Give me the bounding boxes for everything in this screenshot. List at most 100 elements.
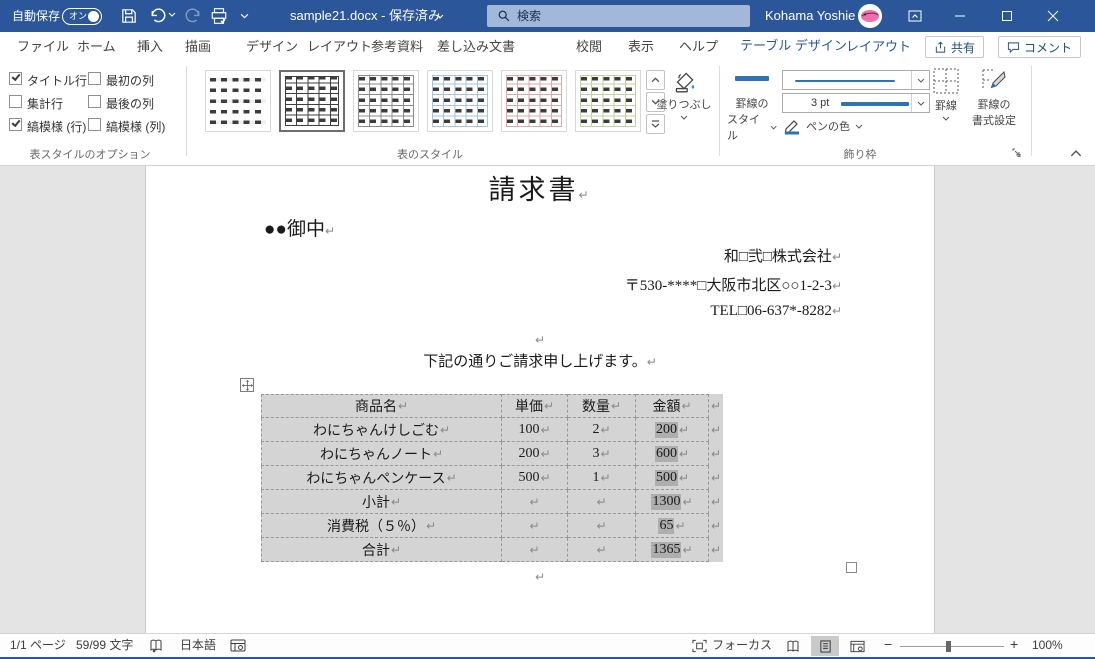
table-cell[interactable]: 1 ↵ <box>568 466 636 490</box>
table-cell[interactable]: ↵ <box>568 514 636 538</box>
comments-button[interactable]: コメント <box>998 36 1082 58</box>
checkbox-total-row[interactable] <box>9 95 22 108</box>
table-cell[interactable]: 2 ↵ <box>568 418 636 442</box>
borders-dialog-launcher-icon[interactable] <box>1012 148 1022 158</box>
zoom-in-button[interactable]: + <box>1010 633 1018 656</box>
pen-icon <box>783 117 801 135</box>
borders-button[interactable]: 罫線 <box>928 68 964 121</box>
zoom-slider-track[interactable] <box>900 646 1004 647</box>
table-cell[interactable]: ↵ <box>502 514 568 538</box>
table-cell[interactable]: ↵ <box>568 490 636 514</box>
table-header-cell[interactable]: 商品名 ↵ <box>261 394 502 418</box>
document-title[interactable]: sample21.docx - 保存済み <box>290 0 441 32</box>
checkbox-last-column[interactable] <box>88 95 101 108</box>
checkbox-banded-rows[interactable] <box>9 118 22 131</box>
border-styles-button[interactable]: 罫線の スタイル <box>727 68 777 143</box>
table-cell[interactable]: 消費税（５％） ↵ <box>261 514 502 538</box>
shading-button[interactable]: 塗りつぶし <box>656 68 712 120</box>
table-style-thumbnail-plain[interactable] <box>205 70 271 132</box>
language-indicator[interactable]: 日本語 <box>180 634 216 657</box>
tab-view[interactable]: 表示 <box>625 32 657 62</box>
table-cell[interactable]: 500 ↵ <box>502 466 568 490</box>
table-cell[interactable]: ↵ <box>502 490 568 514</box>
close-button[interactable] <box>1036 0 1070 32</box>
pen-color-button[interactable]: ペンの色 <box>783 117 863 135</box>
undo-icon[interactable] <box>149 7 167 25</box>
table-cell-amount[interactable]: 200 ↵ <box>636 418 709 442</box>
document-page[interactable]: 請求書↵ ●●御中↵ 和□弐□株式会社↵ 〒530-****□大阪市北区○○1-… <box>145 166 935 633</box>
qat-customize-icon[interactable] <box>240 13 258 31</box>
line-weight-chevron-icon[interactable] <box>911 94 929 112</box>
minimize-button[interactable] <box>943 0 977 32</box>
tab-table-design[interactable]: テーブル デザイン <box>737 32 850 65</box>
table-style-thumbnail-red[interactable] <box>501 70 567 132</box>
maximize-button[interactable] <box>990 0 1024 32</box>
share-button[interactable]: 共有 <box>925 36 985 58</box>
word-count[interactable]: 59/99 文字 <box>76 634 133 657</box>
collapse-ribbon-icon[interactable] <box>1070 150 1082 157</box>
table-cell[interactable]: 200 ↵ <box>502 442 568 466</box>
table-cell[interactable]: 小計 ↵ <box>261 490 502 514</box>
table-style-thumbnail-green[interactable] <box>575 70 641 132</box>
table-move-handle[interactable] <box>240 378 254 392</box>
table-header-cell[interactable]: 数量 ↵ <box>568 394 636 418</box>
print-layout-view-icon[interactable] <box>811 636 839 656</box>
table-header-cell[interactable]: 金額 ↵ <box>636 394 709 418</box>
save-icon[interactable] <box>120 7 138 25</box>
tab-layout[interactable]: レイアウト <box>304 32 375 62</box>
table-cell-amount[interactable]: 65 ↵ <box>636 514 709 538</box>
tab-insert[interactable]: 挿入 <box>134 32 166 62</box>
table-style-thumbnail-grid-selected[interactable] <box>279 70 345 132</box>
checkbox-first-column[interactable] <box>88 72 101 85</box>
line-style-dropdown[interactable] <box>782 70 930 90</box>
checkbox-header-row[interactable] <box>9 72 22 85</box>
web-layout-view-icon[interactable] <box>843 636 871 656</box>
focus-icon[interactable] <box>692 639 707 653</box>
search-input[interactable]: 検索 <box>487 5 750 27</box>
status-bar: 1/1 ページ 59/99 文字 日本語 フォーカス − + 100% <box>0 633 1095 659</box>
ime-status-icon[interactable] <box>230 639 246 653</box>
table-cell[interactable]: わにちゃんけしごむ ↵ <box>261 418 502 442</box>
tab-mailings[interactable]: 差し込み文書 <box>434 32 518 62</box>
tab-design[interactable]: デザイン <box>243 32 301 62</box>
page-indicator[interactable]: 1/1 ページ <box>10 634 66 657</box>
table-cell[interactable]: ↵ <box>568 538 636 562</box>
table-cell-amount[interactable]: 600 ↵ <box>636 442 709 466</box>
zoom-slider-thumb[interactable] <box>946 641 951 652</box>
checkbox-banded-columns[interactable] <box>88 118 101 131</box>
ribbon-display-options-icon[interactable] <box>898 0 932 32</box>
table-cell[interactable]: わにちゃんノート ↵ <box>261 442 502 466</box>
table-cell-amount[interactable]: 1300 ↵ <box>636 490 709 514</box>
line-weight-dropdown[interactable]: 3 pt <box>782 93 930 113</box>
border-painter-button[interactable]: 罫線の 書式設定 <box>966 68 1022 128</box>
user-name[interactable]: Kohama Yoshie <box>765 0 855 32</box>
table-style-thumbnail-gray[interactable] <box>353 70 419 132</box>
table-cell[interactable]: 100 ↵ <box>502 418 568 442</box>
zoom-out-button[interactable]: − <box>884 633 892 656</box>
table-cell[interactable]: ↵ <box>502 538 568 562</box>
avatar[interactable] <box>858 4 882 28</box>
word-window: 自動保存 オン sample21.docx - 保存済み 検索 Kohama Y… <box>0 0 1095 659</box>
proofing-icon[interactable] <box>148 639 164 653</box>
quick-print-icon[interactable] <box>210 7 228 25</box>
table-cell-amount[interactable]: 1365 ↵ <box>636 538 709 562</box>
table-cell[interactable]: 3 ↵ <box>568 442 636 466</box>
autosave-toggle[interactable]: オン <box>62 8 102 25</box>
table-cell-amount[interactable]: 500 ↵ <box>636 466 709 490</box>
table-cell[interactable]: 合計 ↵ <box>261 538 502 562</box>
tab-draw[interactable]: 描画 <box>182 32 214 62</box>
tab-references[interactable]: 参考資料 <box>368 32 426 62</box>
tab-help[interactable]: ヘルプ <box>676 32 721 62</box>
tab-review[interactable]: 校閲 <box>573 32 605 62</box>
focus-label[interactable]: フォーカス <box>712 634 772 657</box>
tab-file[interactable]: ファイル <box>14 32 72 62</box>
tab-table-layout[interactable]: レイアウト <box>843 32 914 62</box>
read-mode-view-icon[interactable] <box>779 636 807 656</box>
zoom-percentage[interactable]: 100% <box>1032 634 1063 657</box>
title-dropdown-icon[interactable] <box>436 14 454 32</box>
tab-home[interactable]: ホーム <box>74 32 119 62</box>
table-cell[interactable]: わにちゃんペンケース ↵ <box>261 466 502 490</box>
line-style-chevron-icon[interactable] <box>911 71 929 89</box>
table-header-cell[interactable]: 単価 ↵ <box>502 394 568 418</box>
table-style-thumbnail-blue[interactable] <box>427 70 493 132</box>
